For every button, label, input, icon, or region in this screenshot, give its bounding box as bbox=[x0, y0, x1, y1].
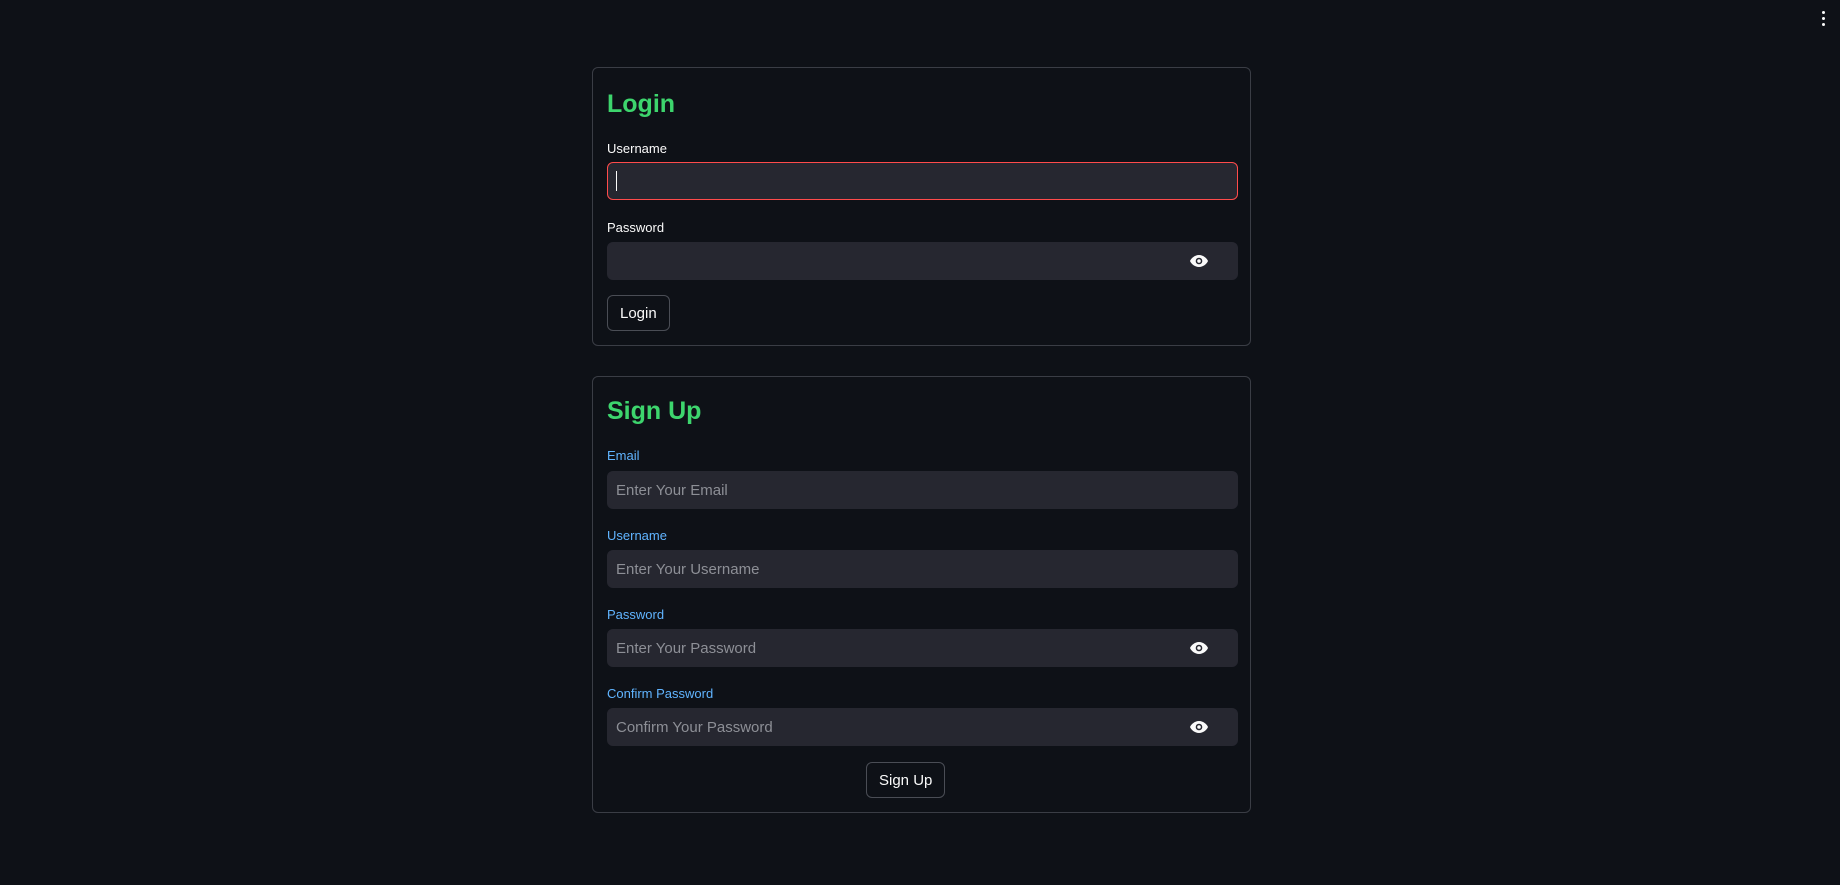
signup-confirm-field[interactable] bbox=[607, 708, 1238, 746]
eye-icon[interactable] bbox=[1189, 254, 1209, 268]
signup-confirm-label: Confirm Password bbox=[607, 686, 714, 701]
signup-email-field[interactable] bbox=[607, 471, 1238, 509]
login-form: Login Username Password Login bbox=[592, 67, 1251, 346]
login-password-label: Password bbox=[607, 220, 665, 235]
signup-password-input[interactable] bbox=[616, 639, 1189, 657]
login-username-input[interactable] bbox=[617, 172, 1229, 190]
signup-email-label: Email bbox=[607, 448, 640, 463]
eye-icon[interactable] bbox=[1189, 641, 1209, 655]
login-username-field[interactable] bbox=[607, 162, 1238, 200]
signup-password-label: Password bbox=[607, 607, 665, 622]
menu-dot bbox=[1821, 22, 1825, 26]
signup-username-field[interactable] bbox=[607, 550, 1238, 588]
signup-username-input[interactable] bbox=[616, 560, 1229, 578]
login-password-field[interactable] bbox=[607, 242, 1238, 280]
login-button[interactable]: Login bbox=[607, 295, 670, 331]
menu-dot bbox=[1821, 10, 1825, 14]
signup-email-input[interactable] bbox=[616, 481, 1229, 499]
login-title: Login bbox=[607, 90, 676, 118]
login-password-input[interactable] bbox=[616, 252, 1189, 270]
main-menu-icon[interactable] bbox=[1816, 8, 1830, 28]
eye-icon[interactable] bbox=[1189, 720, 1209, 734]
signup-title: Sign Up bbox=[607, 397, 702, 425]
login-username-label: Username bbox=[607, 141, 667, 156]
signup-button[interactable]: Sign Up bbox=[866, 762, 946, 798]
signup-password-field[interactable] bbox=[607, 629, 1238, 667]
signup-username-label: Username bbox=[607, 528, 667, 543]
signup-confirm-input[interactable] bbox=[616, 718, 1189, 736]
signup-form: Sign Up Email Username Password Confirm … bbox=[592, 376, 1251, 813]
menu-dot bbox=[1821, 16, 1825, 20]
